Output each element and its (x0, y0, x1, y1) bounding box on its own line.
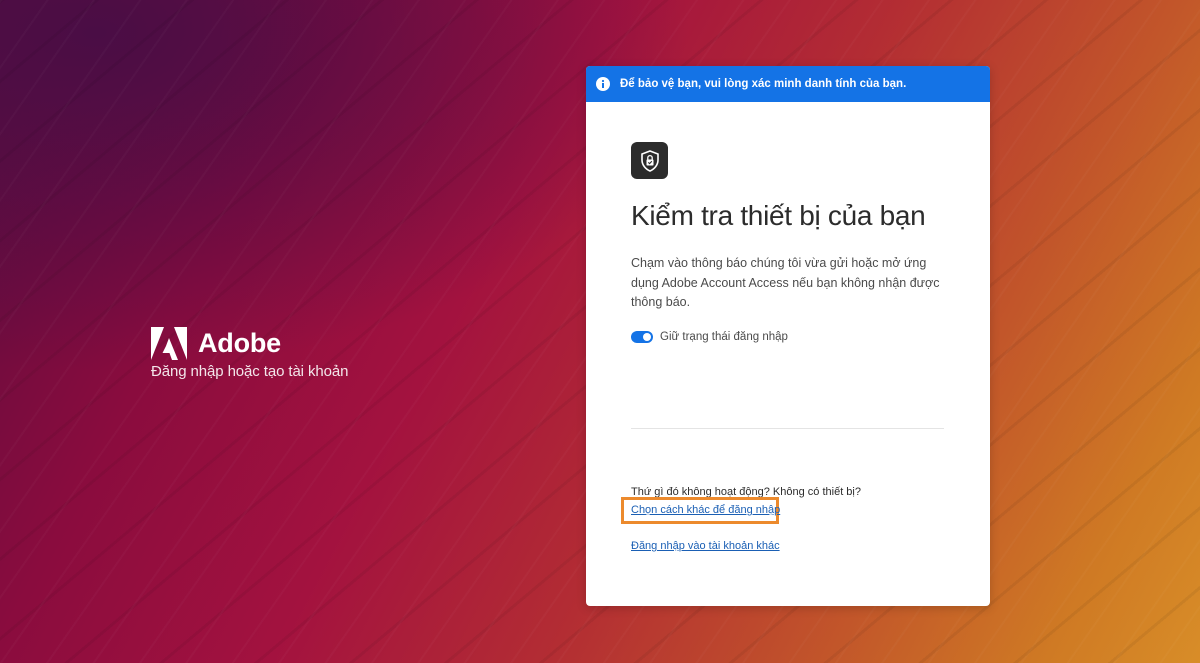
dialog-body: Kiểm tra thiết bị của bạn Chạm vào thông… (586, 102, 990, 343)
choose-other-method-link[interactable]: Chọn cách khác để đăng nhập (631, 504, 780, 516)
stay-signed-in-label: Giữ trạng thái đăng nhập (660, 330, 788, 343)
brand-row: Adobe (151, 327, 348, 360)
verification-dialog: Để bảo vệ bạn, vui lòng xác minh danh tí… (586, 66, 990, 606)
brand-block: Adobe Đăng nhập hoặc tạo tài khoản (151, 327, 348, 380)
info-icon (596, 77, 610, 91)
shield-lock-icon (631, 142, 668, 179)
divider (631, 428, 944, 429)
page-title: Kiểm tra thiết bị của bạn (631, 200, 926, 231)
brand-name: Adobe (198, 328, 281, 358)
adobe-logo-icon (151, 327, 187, 360)
sign-in-other-account-link[interactable]: Đăng nhập vào tài khoản khác (631, 540, 780, 552)
info-banner: Để bảo vệ bạn, vui lòng xác minh danh tí… (586, 66, 990, 102)
stay-signed-in-row: Giữ trạng thái đăng nhập (631, 330, 945, 343)
stay-signed-in-toggle[interactable] (631, 330, 653, 343)
instruction-text: Chạm vào thông báo chúng tôi vừa gửi hoặ… (631, 256, 940, 309)
brand-tagline: Đăng nhập hoặc tạo tài khoản (151, 363, 349, 380)
banner-text: Để bảo vệ bạn, vui lòng xác minh danh tí… (620, 78, 907, 90)
